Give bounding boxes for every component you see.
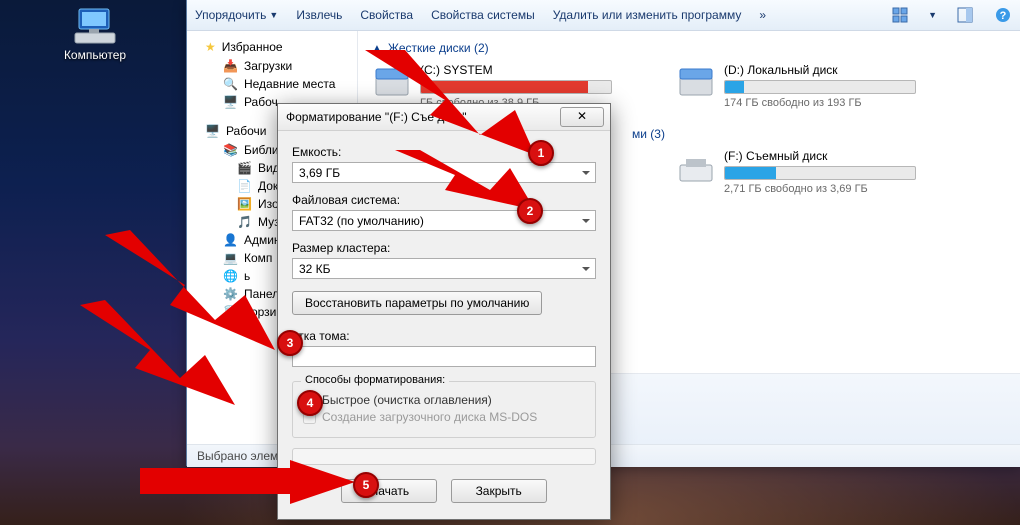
- annotation-marker-1: 1: [528, 140, 554, 166]
- annotation-arrow-5: [140, 460, 360, 510]
- section-removable[interactable]: ми (3): [632, 127, 1007, 141]
- group-legend: Способы форматирования:: [301, 374, 449, 386]
- drive-f-bar: [724, 166, 916, 180]
- drive-f-sub: 2,71 ГБ свободно из 3,69 ГБ: [724, 183, 916, 195]
- toolbar-chevron[interactable]: »: [759, 8, 766, 22]
- video-icon: 🎬: [237, 161, 252, 175]
- recent-icon: 🔍: [223, 77, 238, 91]
- desktop-icon-label: Компьютер: [55, 48, 135, 62]
- drive-f[interactable]: (F:) Съемный диск 2,71 ГБ свободно из 3,…: [676, 149, 956, 195]
- removable-drive-icon: [676, 149, 716, 189]
- msdos-boot-checkbox: Создание загрузочного диска MS-DOS: [303, 410, 585, 424]
- explorer-toolbar: Упорядочить▼ Извлечь Свойства Свойства с…: [187, 0, 1020, 31]
- annotation-marker-4: 4: [297, 390, 323, 416]
- libraries-icon: 📚: [223, 143, 238, 157]
- toolbar-properties[interactable]: Свойства: [360, 8, 413, 22]
- toolbar-organize[interactable]: Упорядочить▼: [195, 8, 278, 22]
- cluster-combobox[interactable]: 32 КБ: [292, 258, 596, 279]
- drive-f-label: (F:) Съемный диск: [724, 149, 916, 163]
- music-icon: 🎵: [237, 215, 252, 229]
- desktop-icon: 🖥️: [205, 124, 220, 138]
- annotation-marker-2: 2: [517, 198, 543, 224]
- star-icon: ★: [205, 40, 216, 54]
- image-icon: 🖼️: [237, 197, 252, 211]
- restore-defaults-button[interactable]: Восстановить параметры по умолчанию: [292, 291, 542, 315]
- drive-d[interactable]: (D:) Локальный диск 174 ГБ свободно из 1…: [676, 63, 956, 109]
- toolbar-eject[interactable]: Извлечь: [296, 8, 342, 22]
- dialog-close-button[interactable]: ✕: [560, 107, 604, 127]
- preview-pane-icon[interactable]: [955, 5, 975, 25]
- computer-icon: [73, 5, 117, 45]
- cluster-label: Размер кластера:: [292, 241, 596, 255]
- svg-text:?: ?: [1000, 10, 1007, 22]
- annotation-marker-3: 3: [277, 330, 303, 356]
- desktop-icon-computer[interactable]: Компьютер: [55, 5, 135, 62]
- document-icon: 📄: [237, 179, 252, 193]
- drive-d-bar: [724, 80, 916, 94]
- folder-icon: 📥: [223, 59, 238, 73]
- desktop-icon: 🖥️: [223, 95, 238, 109]
- format-options-group: Способы форматирования: Быстрое (очистка…: [292, 381, 596, 438]
- volume-input[interactable]: [292, 346, 596, 367]
- quick-format-checkbox[interactable]: Быстрое (очистка оглавления): [303, 393, 585, 407]
- annotation-arrow-3b: [80, 300, 240, 420]
- help-icon[interactable]: ?: [993, 5, 1013, 25]
- nav-favorites[interactable]: ★ Избранное: [187, 37, 357, 57]
- drive-d-label: (D:) Локальный диск: [724, 63, 916, 77]
- close-button[interactable]: Закрыть: [451, 479, 547, 503]
- volume-label: етка тома:: [292, 329, 596, 343]
- toolbar-uninstall[interactable]: Удалить или изменить программу: [553, 8, 742, 22]
- nav-recent[interactable]: 🔍 Недавние места: [187, 75, 357, 93]
- nav-downloads[interactable]: 📥 Загрузки: [187, 57, 357, 75]
- view-dropdown-icon[interactable]: ▼: [928, 10, 937, 20]
- drive-d-sub: 174 ГБ свободно из 193 ГБ: [724, 97, 916, 109]
- hdd-icon: [676, 63, 716, 103]
- view-icon[interactable]: [890, 5, 910, 25]
- annotation-marker-5: 5: [353, 472, 379, 498]
- toolbar-sys-properties[interactable]: Свойства системы: [431, 8, 535, 22]
